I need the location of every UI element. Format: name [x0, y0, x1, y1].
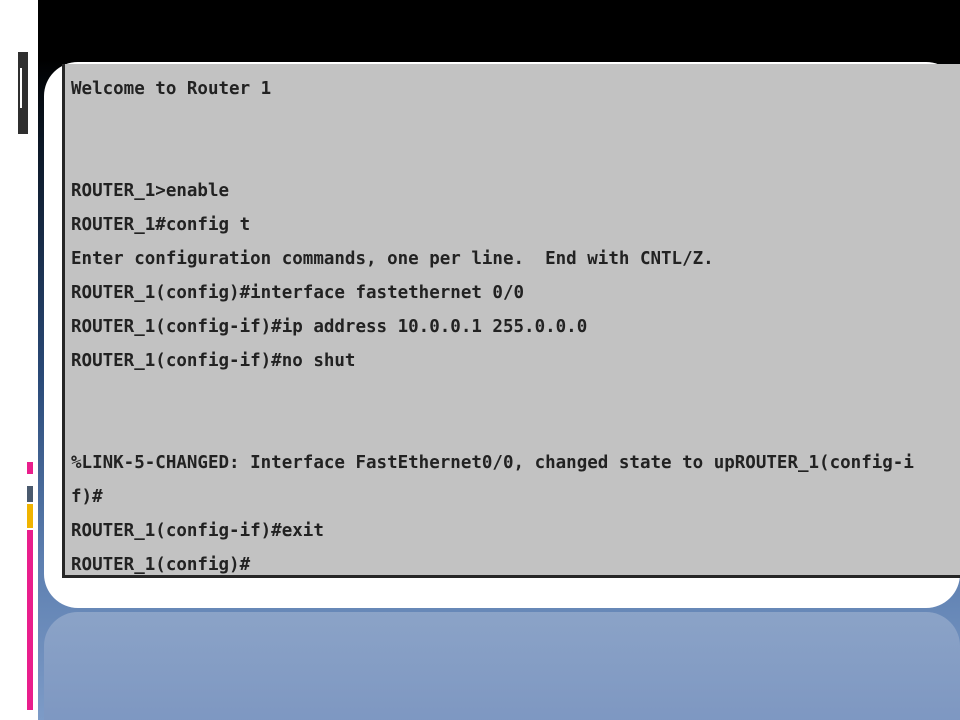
- terminal-line: Enter configuration commands, one per li…: [71, 249, 714, 269]
- terminal-line: ROUTER_1>enable: [71, 181, 230, 201]
- deco-line: [20, 68, 22, 108]
- left-decoration: [0, 0, 38, 720]
- terminal-line: f)#: [71, 487, 103, 507]
- deco-bar-pink-small: [27, 462, 33, 474]
- card-reflection: ROUTER_1(config)# ROUTER_1(config-if)#ex…: [44, 612, 960, 720]
- terminal-line: Welcome to Router 1: [71, 79, 272, 99]
- terminal-line: ROUTER_1(config)#: [71, 555, 251, 575]
- terminal-window: Welcome to Router 1 ROUTER_1>enable ROUT…: [62, 64, 960, 578]
- terminal-line: %LINK-5-CHANGED: Interface FastEthernet0…: [71, 453, 914, 473]
- reflection-line: ROUTER_1(config)#: [62, 612, 960, 614]
- terminal-line: ROUTER_1(config-if)#ip address 10.0.0.1 …: [71, 317, 588, 337]
- deco-bar-pink-long: [27, 530, 33, 710]
- terminal-line: ROUTER_1(config-if)#no shut: [71, 351, 356, 371]
- reflection-text: ROUTER_1(config)# ROUTER_1(config-if)#ex…: [62, 612, 960, 614]
- terminal-line: ROUTER_1(config-if)#exit: [71, 521, 324, 541]
- terminal-line: ROUTER_1#config t: [71, 215, 251, 235]
- deco-bar-yellow: [27, 504, 33, 528]
- terminal-line: ROUTER_1(config)#interface fastethernet …: [71, 283, 525, 303]
- deco-bar-slate: [27, 486, 33, 502]
